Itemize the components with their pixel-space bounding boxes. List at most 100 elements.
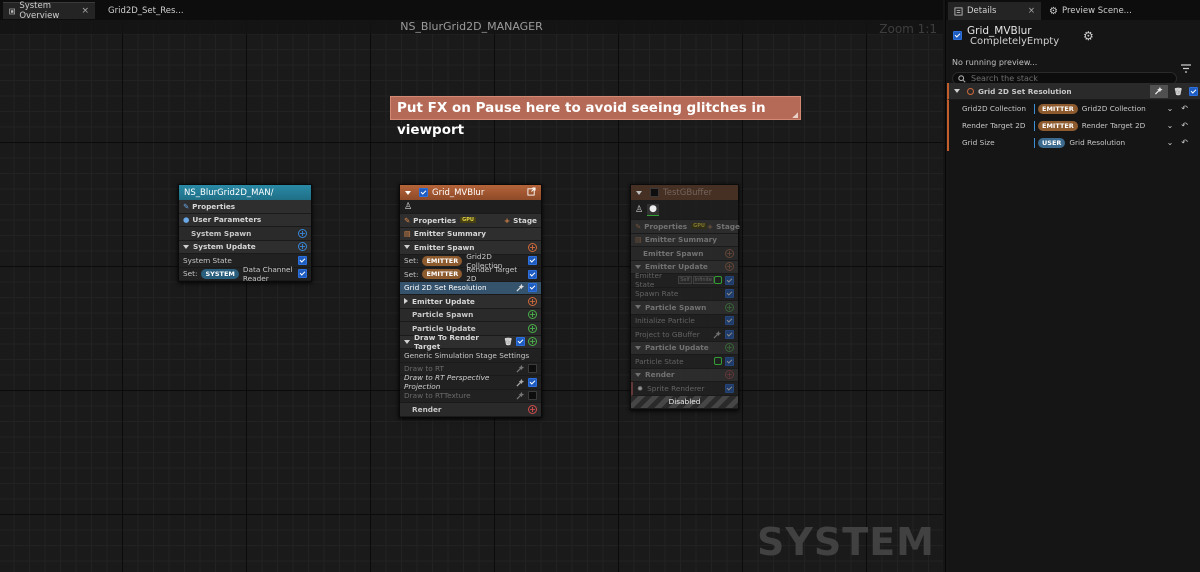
tab-system-overview[interactable]: System Overview × xyxy=(3,1,95,21)
collapse-arrow-icon[interactable] xyxy=(183,244,189,249)
emitter-node-grid-mvblur[interactable]: Grid_MVBlur ♙ ✎ Properties GPU + Stage ▤ … xyxy=(399,184,542,418)
close-icon[interactable]: × xyxy=(1028,6,1035,16)
enable-checkbox[interactable] xyxy=(1189,86,1198,96)
enable-checkbox[interactable] xyxy=(725,329,734,339)
node-graph-canvas[interactable]: NS_BlurGrid2D_MANAGER Zoom 1:1 Put FX on… xyxy=(0,20,943,572)
emitter-update-row[interactable]: Emitter Update + xyxy=(400,295,541,309)
system-node[interactable]: NS_BlurGrid2D_MAN/ ✎ Properties ● User P… xyxy=(178,184,312,283)
module-header-grid2d-set-resolution[interactable]: Grid 2D Set Resolution 🗑 xyxy=(947,83,1200,100)
gbuffer-particle-spawn-row[interactable]: Particle Spawn + xyxy=(631,301,738,315)
collapse-arrow-icon[interactable] xyxy=(404,339,410,344)
tab-preview-scene[interactable]: ⚙ Preview Scene... xyxy=(1043,2,1138,20)
enable-checkbox[interactable] xyxy=(725,289,734,299)
stage-button[interactable]: Stage xyxy=(716,222,740,231)
open-external-icon[interactable] xyxy=(527,186,536,199)
enable-checkbox[interactable] xyxy=(528,391,537,401)
add-module-icon[interactable]: + xyxy=(725,262,734,272)
enable-checkbox[interactable] xyxy=(528,269,537,279)
draw-to-render-target-row[interactable]: Draw To Render Target 🗑 + xyxy=(400,333,541,351)
enable-checkbox[interactable] xyxy=(725,316,734,326)
add-module-icon[interactable]: + xyxy=(528,404,537,414)
grid2d-set-resolution-row[interactable]: Grid 2D Set Resolution xyxy=(400,281,541,295)
param-value[interactable]: Grid Resolution xyxy=(1069,138,1125,147)
emitter-enable-checkbox[interactable] xyxy=(650,188,659,197)
initialize-particle-row[interactable]: Initialize Particle xyxy=(631,315,738,328)
tab-details[interactable]: Details × xyxy=(948,2,1041,20)
user-parameters-row[interactable]: ● User Parameters xyxy=(179,213,311,227)
gbuffer-render-row[interactable]: Render + xyxy=(631,368,738,382)
enable-checkbox[interactable] xyxy=(298,269,307,279)
add-module-icon[interactable]: + xyxy=(298,228,307,238)
particle-spawn-row[interactable]: Particle Spawn + xyxy=(400,308,541,322)
enable-checkbox[interactable] xyxy=(516,337,525,347)
collapse-arrow-icon[interactable] xyxy=(405,190,411,195)
chevron-down-icon[interactable]: ⌄ xyxy=(1167,121,1174,130)
gbuffer-emitter-spawn-row[interactable]: Emitter Spawn + xyxy=(631,247,738,261)
trash-icon[interactable]: 🗑 xyxy=(1174,87,1183,96)
add-module-icon[interactable]: + xyxy=(528,242,537,252)
settings-gear-icon[interactable]: ⚙ xyxy=(1083,29,1094,43)
add-module-icon[interactable]: + xyxy=(528,296,537,306)
spawn-rate-row[interactable]: Spawn Rate xyxy=(631,288,738,301)
enable-checkbox[interactable] xyxy=(725,356,734,366)
sprite-renderer-row[interactable]: ✹ Sprite Renderer xyxy=(631,382,738,396)
emitter-node-header[interactable]: Grid_MVBlur xyxy=(400,185,541,200)
emitter-node-testgbuffer[interactable]: TestGBuffer ♙ ● ✎ Properties GPU + Stage … xyxy=(630,184,740,410)
add-module-icon[interactable]: + xyxy=(528,323,537,333)
collapse-arrow-icon[interactable] xyxy=(635,345,641,350)
close-icon[interactable]: × xyxy=(81,6,89,16)
data-channel-reader-row[interactable]: Set: SYSTEM Data Channel Reader xyxy=(179,265,311,283)
add-module-icon[interactable]: + xyxy=(528,337,537,347)
generic-sim-stage-row[interactable]: Generic Simulation Stage Settings xyxy=(400,349,541,363)
gbuffer-properties-row[interactable]: ✎ Properties GPU + Stage xyxy=(631,220,740,234)
enable-checkbox[interactable] xyxy=(528,256,537,266)
comment-box[interactable]: Put FX on Pause here to avoid seeing gli… xyxy=(390,96,801,138)
expand-arrow-icon[interactable] xyxy=(404,298,408,305)
collapse-arrow-icon[interactable] xyxy=(635,305,641,310)
enable-checkbox[interactable] xyxy=(725,383,734,393)
collapse-arrow-icon[interactable] xyxy=(954,89,960,93)
set-render-target-row[interactable]: Set: EMITTER Render Target 2D xyxy=(400,265,541,283)
render-row[interactable]: Render + xyxy=(400,403,541,417)
add-module-icon[interactable]: + xyxy=(725,302,734,312)
collapse-arrow-icon[interactable] xyxy=(635,264,641,269)
emitter-enable-checkbox[interactable] xyxy=(419,188,428,197)
enable-checkbox[interactable] xyxy=(725,275,734,285)
param-value[interactable]: Render Target 2D xyxy=(1082,121,1145,130)
gbuffer-particle-update-row[interactable]: Particle Update + xyxy=(631,341,738,355)
param-row-grid2d-collection[interactable]: Grid2D Collection EMITTER Grid2D Collecti… xyxy=(947,100,1200,117)
system-update-row[interactable]: System Update + xyxy=(179,240,311,254)
enable-checkbox[interactable] xyxy=(528,283,537,293)
chevron-down-icon[interactable]: ⌄ xyxy=(1167,138,1174,147)
resize-grip-icon[interactable] xyxy=(792,112,798,118)
param-row-render-target-2d[interactable]: Render Target 2D EMITTER Render Target 2D… xyxy=(947,117,1200,134)
system-node-header[interactable]: NS_BlurGrid2D_MAN/ xyxy=(179,185,311,200)
tab-grid2d-set-resolution[interactable]: Grid2D_Set_Res... xyxy=(98,2,184,19)
collapse-arrow-icon[interactable] xyxy=(635,372,641,377)
collapse-arrow-icon[interactable] xyxy=(404,245,410,250)
scratch-pad-button[interactable] xyxy=(1149,84,1168,98)
add-module-icon[interactable]: + xyxy=(298,242,307,252)
system-properties-row[interactable]: ✎ Properties xyxy=(179,200,311,214)
stage-button[interactable]: Stage xyxy=(513,216,537,225)
enable-checkbox[interactable] xyxy=(528,364,537,374)
filter-icon[interactable] xyxy=(1181,64,1191,73)
chevron-down-icon[interactable]: ⌄ xyxy=(1167,104,1174,113)
trash-icon[interactable]: 🗑 xyxy=(504,337,513,346)
emitter-node-header[interactable]: TestGBuffer xyxy=(631,185,738,200)
enable-checkbox[interactable] xyxy=(528,377,537,387)
reset-arrow-icon[interactable]: ↶ xyxy=(1181,138,1188,147)
add-module-icon[interactable]: + xyxy=(725,248,734,258)
draw-to-rt-perspective-row[interactable]: Draw to RT Perspective Projection xyxy=(400,373,541,391)
reset-arrow-icon[interactable]: ↶ xyxy=(1181,104,1188,113)
add-module-icon[interactable]: + xyxy=(528,310,537,320)
draw-to-rttexture-row[interactable]: Draw to RTTexture xyxy=(400,390,541,403)
collapse-arrow-icon[interactable] xyxy=(636,190,642,195)
add-module-icon[interactable]: + xyxy=(725,343,734,353)
system-spawn-row[interactable]: System Spawn + xyxy=(179,227,311,241)
emitter-properties-row[interactable]: ✎ Properties GPU + Stage xyxy=(400,214,541,228)
param-row-grid-size[interactable]: Grid Size USER Grid Resolution ⌄ ↶ xyxy=(947,134,1200,151)
emitter-enable-checkbox[interactable] xyxy=(953,31,962,40)
emitter-summary-row[interactable]: ▤ Emitter Summary xyxy=(400,227,541,241)
emitter-state-row[interactable]: Emitter State Self Infinite xyxy=(631,271,738,289)
